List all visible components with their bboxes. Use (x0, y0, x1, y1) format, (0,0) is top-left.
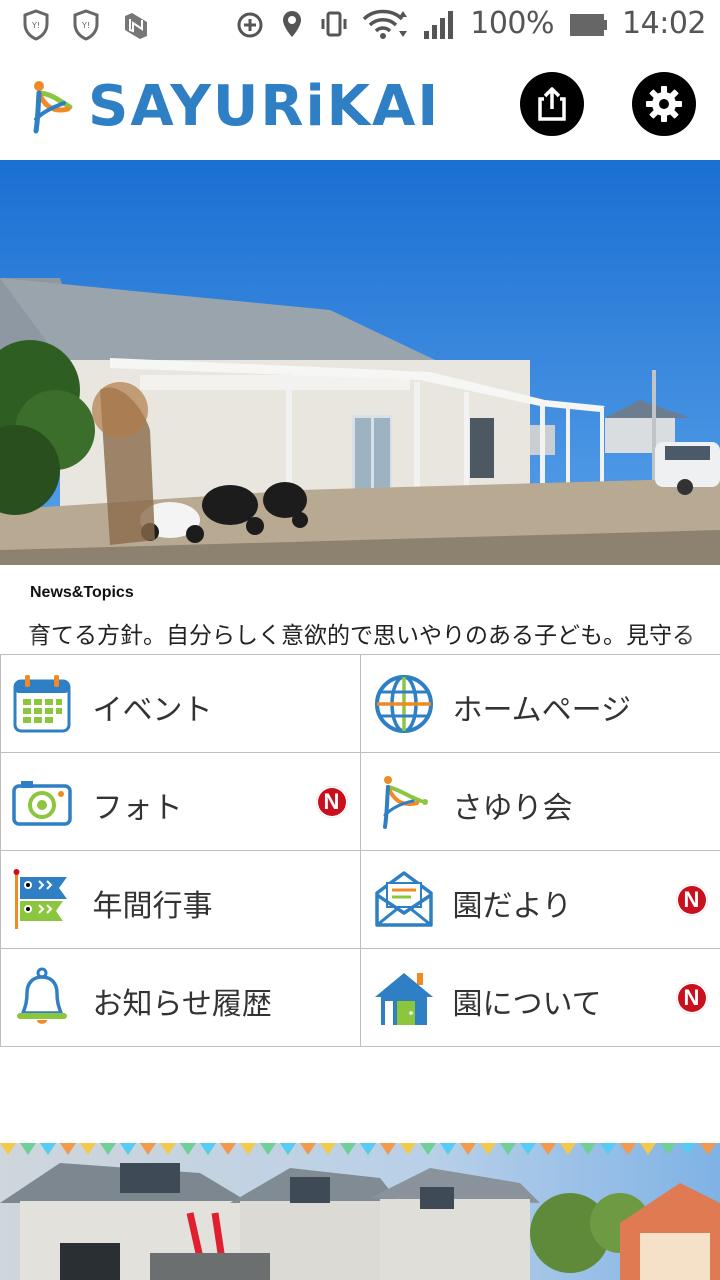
menu-item-sayurikai[interactable]: さゆり会 (359, 751, 720, 851)
settings-button[interactable] (632, 72, 696, 136)
sayurikai-logo-icon (33, 81, 73, 134)
data-saver-icon (237, 12, 263, 37)
nfc-icon (125, 13, 147, 39)
clock: 14:02 (622, 6, 706, 41)
logo-text: SAYURiKAI (88, 74, 441, 139)
vibrate-icon (321, 11, 347, 36)
battery-percent: 100% (470, 6, 555, 41)
menu-label: お知らせ履歴 (92, 986, 272, 1022)
menu-item-about[interactable]: 園について N (359, 947, 720, 1047)
menu-label: 年間行事 (92, 888, 213, 924)
news-ticker-text: 育てる方針。自分らしく意欲的で思いやりのある子ども。見守る (28, 623, 695, 648)
share-button[interactable] (520, 72, 584, 136)
signal-icon (424, 10, 454, 39)
svg-text:Y!: Y! (81, 21, 90, 30)
camera-icon (11, 780, 72, 826)
calendar-icon (13, 674, 70, 732)
menu-item-homepage[interactable]: ホームページ (359, 653, 720, 753)
new-badge: N (675, 981, 708, 1014)
menu-label: 園について (452, 986, 602, 1022)
menu-label: イベント (92, 692, 213, 728)
shield-icon: Y! (23, 9, 49, 41)
status-bar: Y! Y! 100% 14:02 (0, 0, 720, 50)
news-ticker[interactable]: 育てる方針。自分らしく意欲的で思いやりのある子ども。見守る (0, 612, 720, 648)
new-badge: N (675, 883, 708, 916)
globe-icon (374, 674, 433, 733)
mail-icon (374, 870, 433, 927)
menu-item-photo[interactable]: フォト N (0, 751, 361, 851)
share-icon (538, 87, 566, 121)
bell-icon (16, 967, 67, 1024)
menu-item-notification-history[interactable]: お知らせ履歴 (0, 947, 361, 1047)
menu-item-event[interactable]: イベント (0, 653, 361, 753)
news-topics-heading: News&Topics (30, 584, 134, 601)
menu-grid: イベント ホームページ フォト N さゆり会 年間行事 園だより N お知らせ履… (0, 653, 720, 1047)
sayurikai-logo-icon (382, 775, 428, 829)
hero-photo (0, 160, 720, 565)
system-icons: 100% 14:02 (236, 6, 706, 41)
svg-text:Y!: Y! (31, 21, 40, 30)
menu-item-annual-events[interactable]: 年間行事 (0, 849, 361, 949)
ticker-fade-left (0, 612, 40, 648)
menu-label: 園だより (452, 888, 572, 924)
bottom-banner-image[interactable] (0, 1143, 720, 1280)
gear-icon (646, 86, 682, 122)
house-icon (374, 972, 433, 1025)
notification-icons: Y! Y! (22, 8, 150, 42)
menu-label: ホームページ (452, 692, 632, 728)
app-logo: SAYURiKAI (30, 72, 440, 142)
shield-icon: Y! (73, 9, 99, 41)
new-badge: N (315, 785, 348, 818)
menu-label: フォト (92, 790, 183, 826)
menu-item-newsletter[interactable]: 園だより N (359, 849, 720, 949)
location-icon (283, 10, 302, 37)
battery-icon (570, 13, 608, 36)
wifi-icon (363, 9, 408, 39)
menu-label: さゆり会 (452, 790, 573, 826)
ticker-fade-right (680, 612, 720, 648)
app-header: SAYURiKAI (0, 50, 720, 160)
koinobori-icon (13, 868, 67, 929)
